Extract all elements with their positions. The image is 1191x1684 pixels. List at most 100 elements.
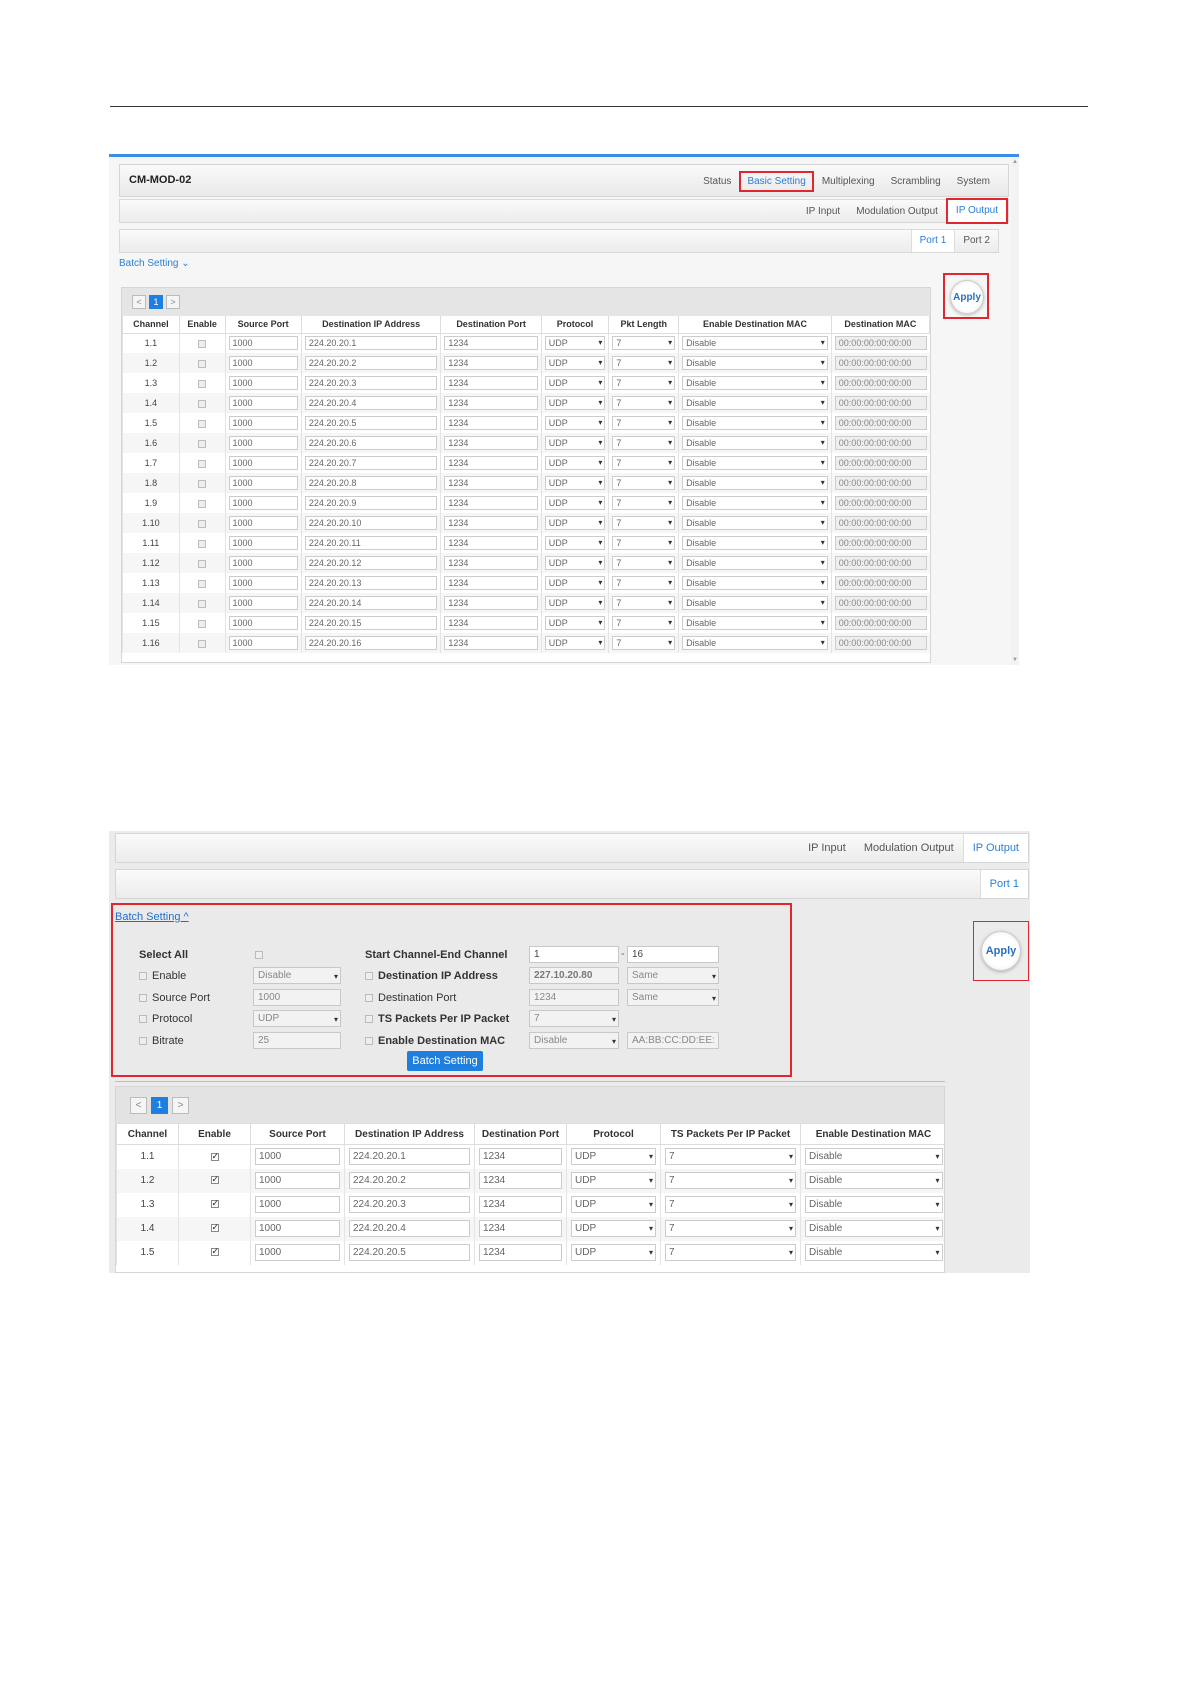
- tab-ip-output[interactable]: IP Output: [962, 834, 1028, 862]
- scroll-down-icon[interactable]: ▼: [1012, 657, 1018, 663]
- dest-ip-input[interactable]: 224.20.20.4: [349, 1220, 470, 1237]
- enable-mac-select[interactable]: Disable: [682, 436, 828, 450]
- pkt-length-select[interactable]: 7: [612, 396, 676, 410]
- enable-checkbox[interactable]: [198, 519, 207, 528]
- protocol-select[interactable]: UDP: [544, 536, 606, 550]
- tab-port-1[interactable]: Port 1: [979, 870, 1028, 898]
- source-port-input[interactable]: 1000: [255, 1244, 340, 1261]
- enable-checkbox[interactable]: [198, 439, 207, 448]
- dest-port-input[interactable]: 1234: [444, 596, 538, 610]
- dest-port-input[interactable]: 1234: [444, 516, 538, 530]
- pkt-length-select[interactable]: 7: [612, 456, 676, 470]
- enable-mac-select[interactable]: Disable: [682, 556, 828, 570]
- source-port-input[interactable]: 1000: [253, 989, 341, 1006]
- source-port-input[interactable]: 1000: [228, 496, 298, 510]
- tab-system[interactable]: System: [949, 176, 998, 187]
- pkt-length-select[interactable]: 7: [612, 596, 676, 610]
- pkt-length-select[interactable]: 7: [612, 436, 676, 450]
- batch-setting-toggle[interactable]: Batch Setting ^: [115, 911, 189, 923]
- dest-port-input[interactable]: 1234: [444, 536, 538, 550]
- dest-ip-input[interactable]: 224.20.20.6: [304, 436, 438, 450]
- source-port-input[interactable]: 1000: [228, 416, 298, 430]
- dest-port-input[interactable]: 1234: [444, 636, 538, 650]
- enable-mac-select[interactable]: Disable: [805, 1172, 943, 1189]
- protocol-select[interactable]: UDP: [544, 416, 606, 430]
- dest-ip-input[interactable]: 224.20.20.10: [304, 516, 438, 530]
- enable-checkbox[interactable]: [210, 1174, 219, 1185]
- source-port-input[interactable]: 1000: [228, 376, 298, 390]
- source-port-input[interactable]: 1000: [228, 436, 298, 450]
- dest-port-input[interactable]: 1234: [444, 376, 538, 390]
- protocol-select[interactable]: UDP: [544, 356, 606, 370]
- enable-checkbox[interactable]: [198, 579, 207, 588]
- enable-checkbox[interactable]: [198, 459, 207, 468]
- ts-packets-select[interactable]: 7: [665, 1148, 796, 1166]
- protocol-select[interactable]: UDP: [571, 1148, 656, 1166]
- protocol-select[interactable]: UDP: [544, 636, 606, 650]
- protocol-select[interactable]: UDP: [571, 1220, 656, 1237]
- pkt-length-select[interactable]: 7: [612, 576, 676, 590]
- protocol-select[interactable]: UDP: [544, 376, 606, 390]
- protocol-select[interactable]: UDP: [544, 496, 606, 510]
- prev-page-button[interactable]: <: [132, 295, 146, 309]
- dest-ip-input[interactable]: 224.20.20.14: [304, 596, 438, 610]
- pkt-length-select[interactable]: 7: [612, 356, 676, 370]
- protocol-select[interactable]: UDP: [544, 396, 606, 410]
- ts-packets-select[interactable]: 7: [665, 1172, 796, 1189]
- tab-modulation-output[interactable]: Modulation Output: [855, 834, 963, 862]
- dest-mac-input[interactable]: 00:00:00:00:00:00: [834, 456, 927, 470]
- protocol-select[interactable]: UDP: [253, 1010, 341, 1027]
- enable-mac-select[interactable]: Disable: [682, 576, 828, 590]
- source-port-input[interactable]: 1000: [255, 1196, 340, 1213]
- enable-checkbox[interactable]: [198, 399, 207, 408]
- enable-select[interactable]: Disable: [253, 967, 341, 984]
- source-port-input[interactable]: 1000: [255, 1148, 340, 1166]
- enable-checkbox[interactable]: [198, 339, 207, 348]
- apply-button[interactable]: Apply: [981, 931, 1021, 971]
- dest-ip-input[interactable]: 224.20.20.16: [304, 636, 438, 650]
- protocol-select[interactable]: UDP: [571, 1172, 656, 1189]
- pkt-length-select[interactable]: 7: [612, 636, 676, 650]
- dest-mac-input[interactable]: 00:00:00:00:00:00: [834, 496, 927, 510]
- bitrate-input[interactable]: 25: [253, 1032, 341, 1049]
- tab-scrambling[interactable]: Scrambling: [883, 176, 949, 187]
- dest-ip-input[interactable]: 224.20.20.4: [304, 396, 438, 410]
- enable-mac-select[interactable]: Disable: [682, 476, 828, 490]
- source-port-input[interactable]: 1000: [228, 476, 298, 490]
- dest-mac-input[interactable]: 00:00:00:00:00:00: [834, 596, 927, 610]
- dest-port-input[interactable]: 1234: [444, 356, 538, 370]
- protocol-select[interactable]: UDP: [571, 1196, 656, 1213]
- dest-port-input[interactable]: 1234: [444, 616, 538, 630]
- protocol-select[interactable]: UDP: [544, 616, 606, 630]
- dest-ip-checkbox[interactable]: [365, 972, 373, 980]
- tab-multiplexing[interactable]: Multiplexing: [814, 176, 883, 187]
- start-channel-input[interactable]: 1: [529, 946, 619, 963]
- pkt-length-select[interactable]: 7: [612, 516, 676, 530]
- tab-port-1[interactable]: Port 1: [910, 230, 955, 252]
- protocol-select[interactable]: UDP: [544, 436, 606, 450]
- source-port-input[interactable]: 1000: [228, 536, 298, 550]
- pkt-length-select[interactable]: 7: [612, 476, 676, 490]
- enable-mac-select[interactable]: Disable: [682, 536, 828, 550]
- pkt-length-select[interactable]: 7: [612, 556, 676, 570]
- enable-checkbox[interactable]: [198, 499, 207, 508]
- dest-ip-input[interactable]: 224.20.20.2: [304, 356, 438, 370]
- tab-basic-setting[interactable]: Basic Setting: [739, 171, 814, 192]
- enable-mac-select[interactable]: Disable: [682, 376, 828, 390]
- enable-checkbox[interactable]: [210, 1198, 219, 1209]
- dest-ip-input[interactable]: 224.20.20.11: [304, 536, 438, 550]
- pkt-length-select[interactable]: 7: [612, 376, 676, 390]
- pkt-length-select[interactable]: 7: [612, 616, 676, 630]
- enable-mac-select[interactable]: Disable: [682, 596, 828, 610]
- dest-ip-input[interactable]: 224.20.20.3: [304, 376, 438, 390]
- dest-port-input[interactable]: 1234: [479, 1148, 562, 1166]
- enable-mac-select[interactable]: Disable: [682, 356, 828, 370]
- source-port-input[interactable]: 1000: [228, 616, 298, 630]
- enable-checkbox[interactable]: [198, 419, 207, 428]
- dest-port-input[interactable]: 1234: [444, 436, 538, 450]
- dest-port-input[interactable]: 1234: [444, 336, 538, 351]
- dest-port-input[interactable]: 1234: [479, 1172, 562, 1189]
- dest-ip-mode-select[interactable]: Same: [627, 967, 719, 984]
- enable-mac-select[interactable]: Disable: [805, 1148, 943, 1166]
- enable-checkbox[interactable]: [198, 639, 207, 648]
